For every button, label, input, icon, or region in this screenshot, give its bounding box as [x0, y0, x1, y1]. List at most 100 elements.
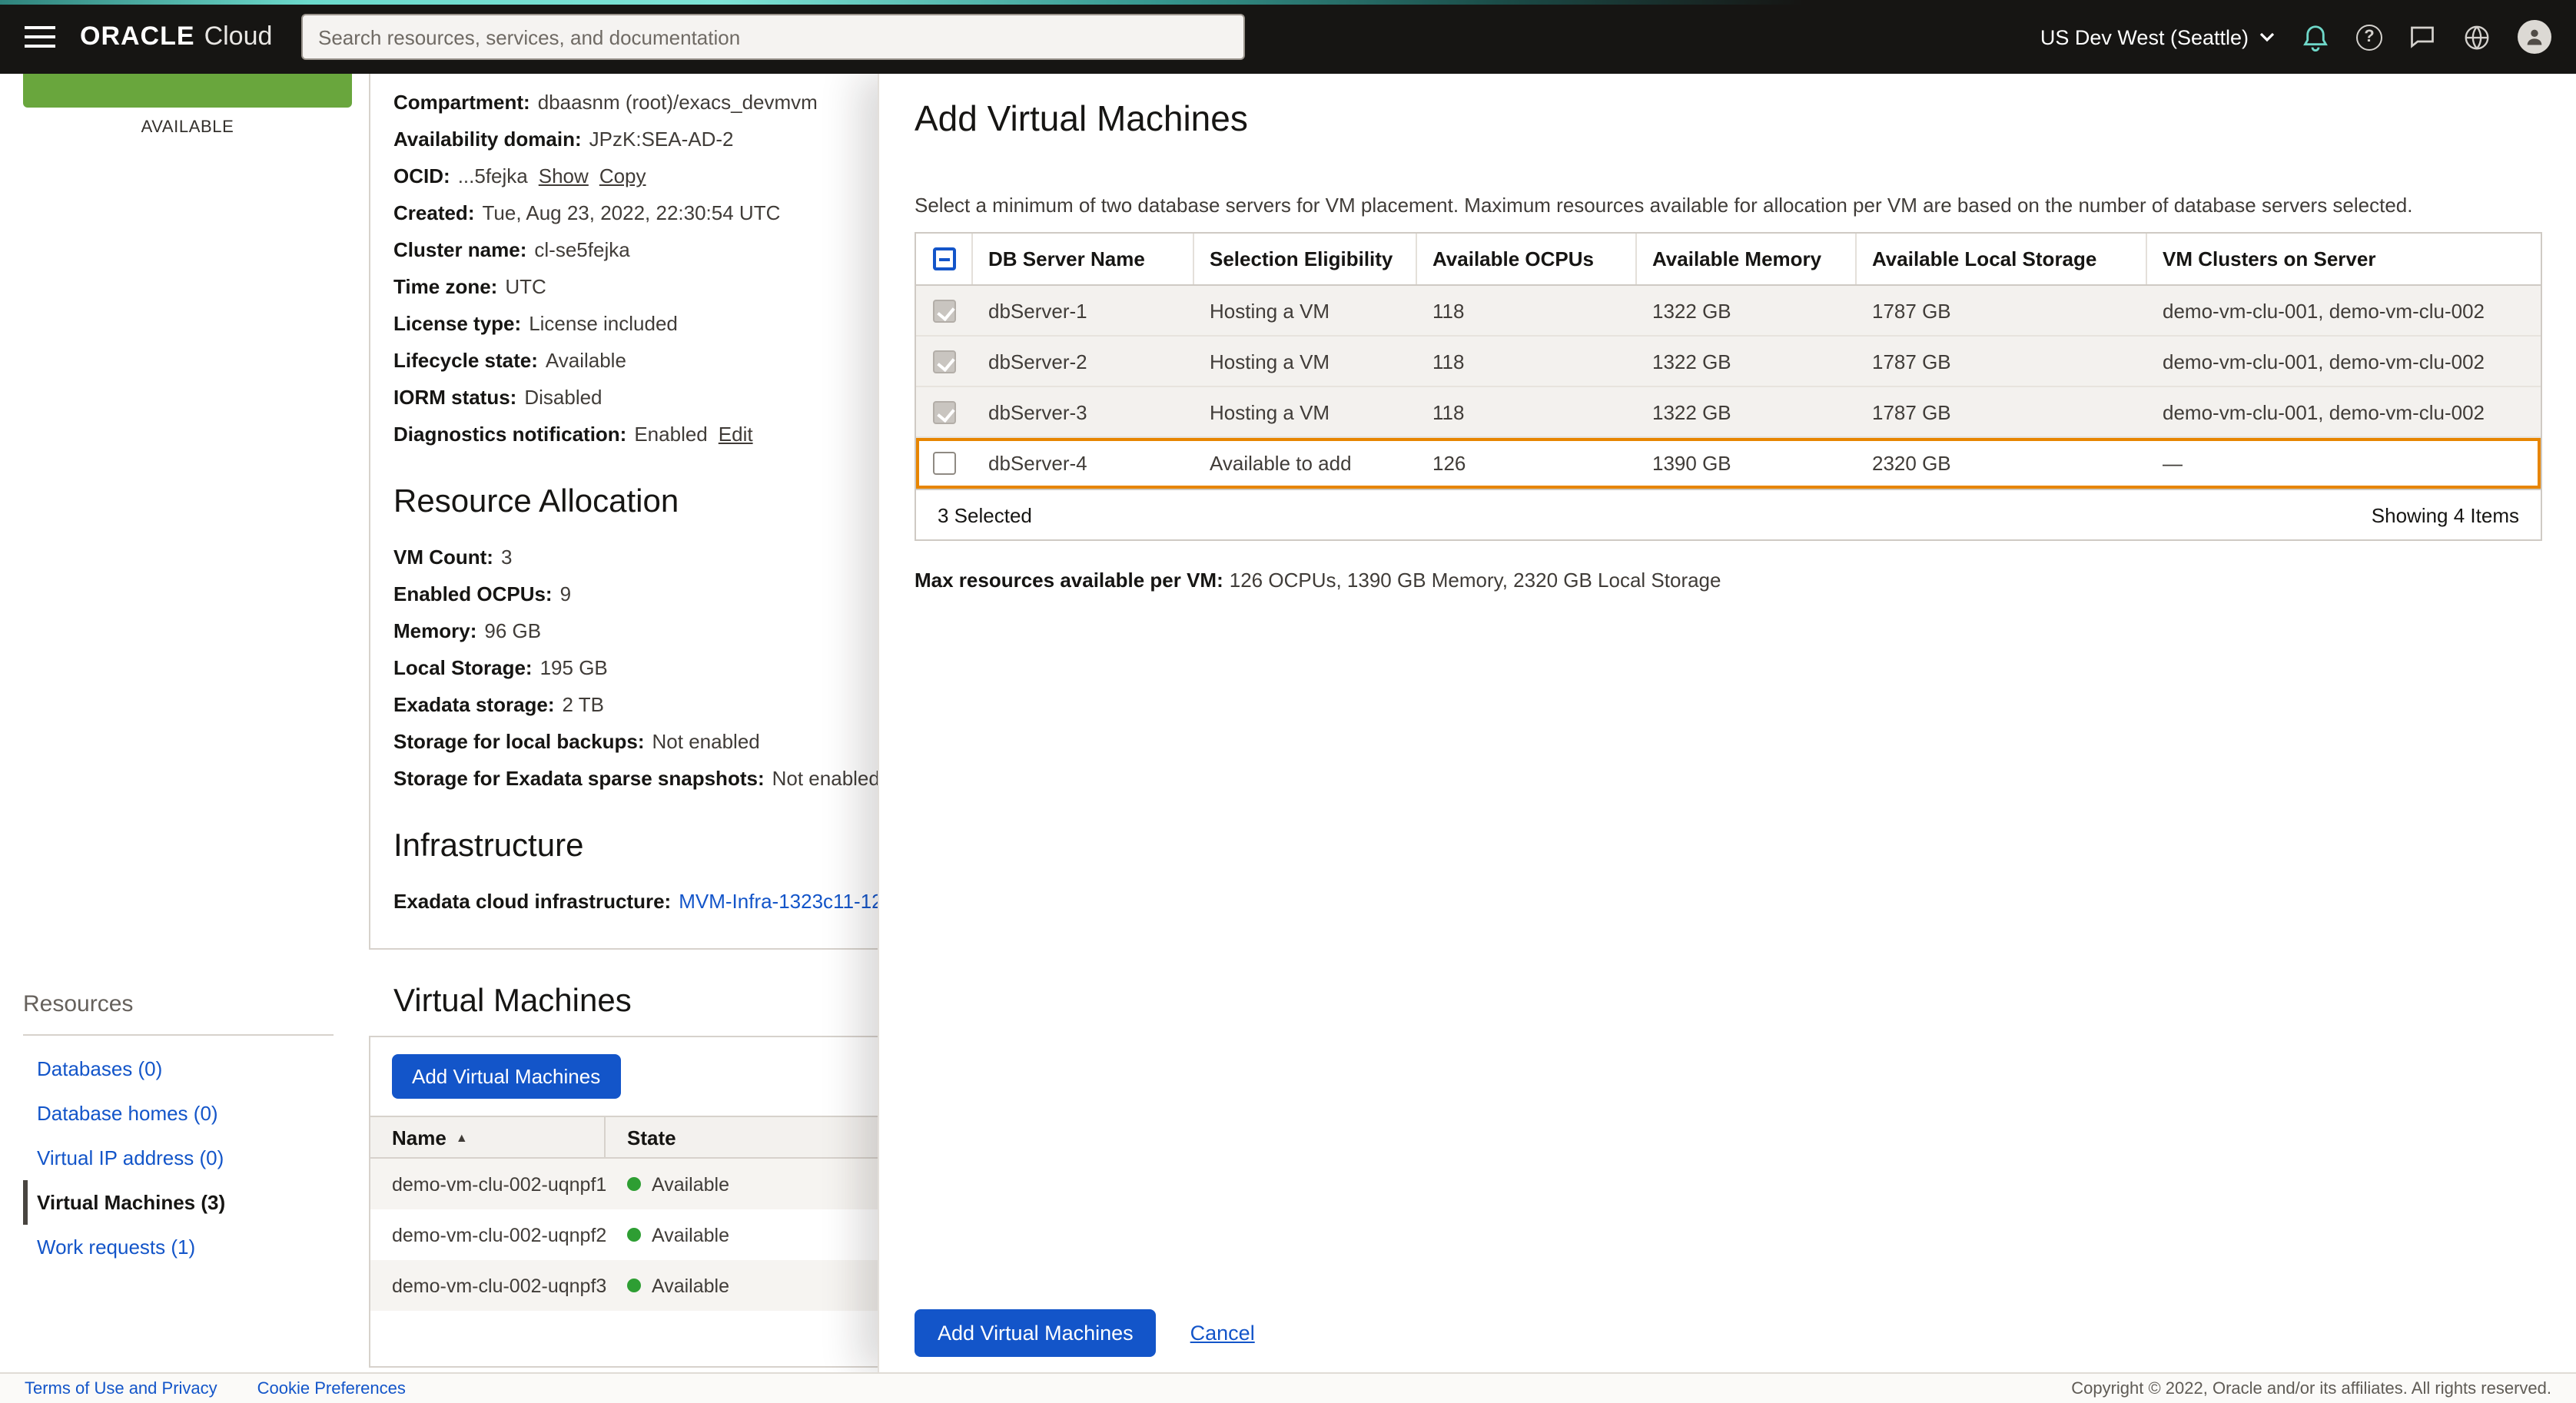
allocation-value: Not enabled — [772, 767, 880, 790]
row-checkbox-checked-disabled — [933, 350, 956, 373]
feedback-icon[interactable] — [2408, 23, 2436, 51]
panel-description: Select a minimum of two database servers… — [915, 194, 2413, 217]
memory-cell: 1322 GB — [1637, 337, 1857, 386]
column-selection-eligibility[interactable]: Selection Eligibility — [1194, 234, 1417, 284]
sidebar-item-virtual-machines[interactable]: Virtual Machines (3) — [23, 1180, 334, 1225]
detail-label: Lifecycle state: — [393, 349, 538, 372]
detail-value: dbaasnm (root)/exacs_devmvm — [538, 91, 818, 114]
sidebar-item-databases[interactable]: Databases (0) — [23, 1046, 334, 1091]
top-accent-strip — [0, 0, 2576, 5]
cancel-link[interactable]: Cancel — [1190, 1322, 1255, 1345]
status-label: AVAILABLE — [23, 118, 352, 137]
column-vm-clusters-on-server[interactable]: VM Clusters on Server — [2147, 234, 2541, 284]
eligibility-cell: Hosting a VM — [1194, 286, 1417, 335]
detail-label: Created: — [393, 201, 475, 224]
memory-cell: 1322 GB — [1637, 286, 1857, 335]
region-selector[interactable]: US Dev West (Seattle) — [2040, 25, 2275, 48]
region-label: US Dev West (Seattle) — [2040, 25, 2249, 48]
row-checkbox-cell — [916, 438, 973, 489]
ocpus-cell: 118 — [1417, 286, 1637, 335]
help-icon[interactable]: ? — [2356, 24, 2382, 50]
detail-value: UTC — [505, 275, 546, 298]
column-db-server-name[interactable]: DB Server Name — [973, 234, 1194, 284]
resource-status-box — [23, 74, 352, 108]
vm-column-name-label: Name — [392, 1126, 446, 1149]
db-servers-table: DB Server Name Selection Eligibility Ava… — [915, 232, 2542, 541]
available-status-dot — [627, 1177, 641, 1191]
column-available-ocpus[interactable]: Available OCPUs — [1417, 234, 1637, 284]
selected-count: 3 Selected — [938, 503, 1032, 526]
chevron-down-icon — [2259, 32, 2275, 42]
detail-value: License included — [529, 312, 678, 335]
storage-cell: 1787 GB — [1857, 337, 2147, 386]
panel-title: Add Virtual Machines — [915, 98, 1248, 140]
menu-icon[interactable] — [25, 26, 55, 48]
ocpus-cell: 118 — [1417, 387, 1637, 436]
detail-value: Tue, Aug 23, 2022, 22:30:54 UTC — [483, 201, 781, 224]
terms-link[interactable]: Terms of Use and Privacy — [25, 1379, 217, 1398]
db-server-name-cell: dbServer-2 — [973, 337, 1194, 386]
row-checkbox-unchecked[interactable] — [933, 452, 956, 475]
ocid-copy-link[interactable]: Copy — [599, 164, 646, 187]
allocation-value: 96 GB — [484, 619, 541, 642]
top-navigation-bar: ORACLE Cloud US Dev West (Seattle) ? — [0, 0, 2576, 74]
virtual-machines-heading: Virtual Machines — [393, 983, 632, 1020]
storage-cell: 1787 GB — [1857, 286, 2147, 335]
vm-name-cell: demo-vm-clu-002-uqnpf1 — [370, 1173, 606, 1195]
cookie-preferences-link[interactable]: Cookie Preferences — [257, 1379, 406, 1398]
profile-avatar[interactable] — [2518, 20, 2551, 54]
table-footer: 3 Selected Showing 4 Items — [916, 489, 2541, 539]
detail-label: Compartment: — [393, 91, 530, 114]
column-available-local-storage[interactable]: Available Local Storage — [1857, 234, 2147, 284]
add-virtual-machines-button[interactable]: Add Virtual Machines — [392, 1054, 620, 1099]
search-input[interactable] — [301, 14, 1245, 60]
ocpus-cell: 126 — [1417, 438, 1637, 489]
sort-ascending-icon: ▲ — [456, 1130, 468, 1144]
available-status-dot — [627, 1279, 641, 1292]
vm-state-text: Available — [652, 1275, 729, 1296]
notifications-icon[interactable] — [2301, 22, 2330, 51]
person-icon — [2524, 26, 2545, 48]
language-icon[interactable] — [2462, 22, 2491, 51]
sidebar-item-database-homes[interactable]: Database homes (0) — [23, 1091, 334, 1136]
copyright-text: Copyright © 2022, Oracle and/or its affi… — [2071, 1379, 2551, 1398]
db-server-name-cell: dbServer-3 — [973, 387, 1194, 436]
allocation-value: 9 — [560, 582, 571, 605]
vm-state-text: Available — [652, 1224, 729, 1245]
diagnostics-edit-link[interactable]: Edit — [719, 423, 753, 446]
oracle-cloud-logo[interactable]: ORACLE Cloud — [80, 22, 272, 52]
select-all-cell — [916, 234, 973, 284]
brand-oracle: ORACLE — [80, 22, 195, 52]
allocation-value: 3 — [501, 546, 512, 569]
ocid-show-link[interactable]: Show — [539, 164, 589, 187]
column-available-memory[interactable]: Available Memory — [1637, 234, 1857, 284]
detail-label: OCID: — [393, 164, 450, 187]
db-server-row[interactable]: dbServer-1 Hosting a VM 118 1322 GB 1787… — [916, 286, 2541, 337]
detail-value: Disabled — [524, 386, 602, 409]
max-resources-note: Max resources available per VM:126 OCPUs… — [915, 569, 1721, 592]
memory-cell: 1322 GB — [1637, 387, 1857, 436]
db-server-row[interactable]: dbServer-2 Hosting a VM 118 1322 GB 1787… — [916, 337, 2541, 387]
max-resources-value: 126 OCPUs, 1390 GB Memory, 2320 GB Local… — [1230, 569, 1721, 592]
row-checkbox-cell — [916, 286, 973, 335]
storage-cell: 1787 GB — [1857, 387, 2147, 436]
infrastructure-label: Exadata cloud infrastructure: — [393, 890, 671, 913]
allocation-label: Storage for Exadata sparse snapshots: — [393, 767, 765, 790]
storage-cell: 2320 GB — [1857, 438, 2147, 489]
resources-sidebar: Resources Databases (0) Database homes (… — [23, 991, 334, 1269]
allocation-label: Enabled OCPUs: — [393, 582, 553, 605]
db-server-row[interactable]: dbServer-3 Hosting a VM 118 1322 GB 1787… — [916, 387, 2541, 438]
sidebar-item-work-requests[interactable]: Work requests (1) — [23, 1225, 334, 1269]
db-server-name-cell: dbServer-4 — [973, 438, 1194, 489]
vm-name-cell: demo-vm-clu-002-uqnpf2 — [370, 1224, 606, 1245]
items-count: Showing 4 Items — [2372, 503, 2519, 526]
vm-state-text: Available — [652, 1173, 729, 1195]
panel-actions: Add Virtual Machines Cancel — [915, 1309, 1255, 1357]
db-server-row-highlighted[interactable]: dbServer-4 Available to add 126 1390 GB … — [916, 438, 2541, 489]
select-all-checkbox[interactable] — [932, 247, 955, 270]
vm-column-name[interactable]: Name ▲ — [370, 1117, 606, 1157]
allocation-value: Not enabled — [652, 730, 760, 753]
add-virtual-machines-submit-button[interactable]: Add Virtual Machines — [915, 1309, 1157, 1357]
sidebar-item-virtual-ip-address[interactable]: Virtual IP address (0) — [23, 1136, 334, 1180]
topbar-right-controls: US Dev West (Seattle) ? — [2040, 20, 2551, 54]
